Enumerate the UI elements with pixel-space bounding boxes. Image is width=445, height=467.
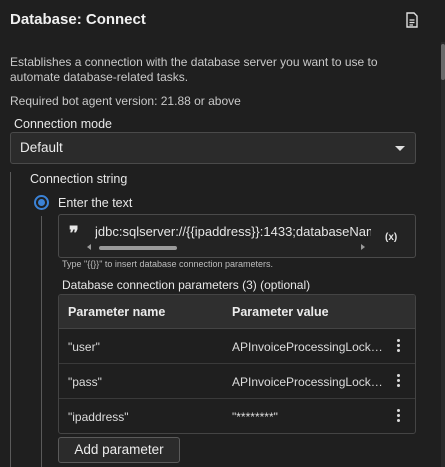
scrollbar-thumb[interactable] <box>441 44 445 80</box>
connection-mode-value: Default <box>20 140 63 155</box>
connection-mode-label: Connection mode <box>14 117 112 131</box>
table-row[interactable]: "pass" APInvoiceProcessingLockerPass <box>59 364 415 399</box>
connection-string-hint: Type "{{}}" to insert database connectio… <box>62 259 274 269</box>
enter-text-radio[interactable] <box>34 195 49 210</box>
enter-text-label[interactable]: Enter the text <box>58 196 132 210</box>
more-options-icon[interactable] <box>397 374 401 388</box>
group-divider <box>10 172 11 467</box>
params-label: Database connection parameters (3) (opti… <box>62 278 311 292</box>
version-requirement: Required bot agent version: 21.88 or abo… <box>10 94 241 108</box>
params-table: Parameter name Parameter value "user" AP… <box>58 294 416 434</box>
horizontal-scroll-thumb[interactable] <box>99 246 177 250</box>
subgroup-divider <box>41 216 42 467</box>
scroll-right-icon[interactable] <box>361 244 365 250</box>
add-parameter-button[interactable]: Add parameter <box>58 437 180 463</box>
caret-down-icon <box>395 146 405 151</box>
param-value: "********" <box>232 410 278 424</box>
connection-mode-select[interactable]: Default <box>10 132 416 164</box>
connection-string-value[interactable]: jdbc:sqlserver://{{ipaddress}}:1433;data… <box>95 224 371 239</box>
param-name: "ipaddress" <box>68 410 129 424</box>
insert-variable-button[interactable]: (x) <box>385 232 397 243</box>
scroll-left-icon[interactable] <box>87 244 91 250</box>
param-name: "pass" <box>68 375 102 389</box>
more-options-icon[interactable] <box>397 409 401 423</box>
connection-string-input[interactable]: ❞ jdbc:sqlserver://{{ipaddress}}:1433;da… <box>58 214 416 258</box>
action-panel: Database: Connect Establishes a connecti… <box>0 0 445 467</box>
action-description: Establishes a connection with the databa… <box>10 55 378 84</box>
table-row[interactable]: "user" APInvoiceProcessingLockerUser <box>59 329 415 364</box>
panel-header: Database: Connect <box>0 0 445 42</box>
column-header-name: Parameter name <box>68 305 166 319</box>
document-icon[interactable] <box>405 12 419 28</box>
quote-icon: ❞ <box>69 223 79 244</box>
column-header-value: Parameter value <box>232 305 329 319</box>
table-row[interactable]: "ipaddress" "********" <box>59 399 415 433</box>
connection-string-label: Connection string <box>30 172 128 186</box>
table-header: Parameter name Parameter value <box>59 295 415 329</box>
more-options-icon[interactable] <box>397 339 401 353</box>
param-value: APInvoiceProcessingLockerUser <box>232 340 387 354</box>
param-value: APInvoiceProcessingLockerPass <box>232 375 387 389</box>
scrollbar-track[interactable] <box>441 42 445 467</box>
param-name: "user" <box>68 340 100 354</box>
panel-title: Database: Connect <box>10 11 146 28</box>
